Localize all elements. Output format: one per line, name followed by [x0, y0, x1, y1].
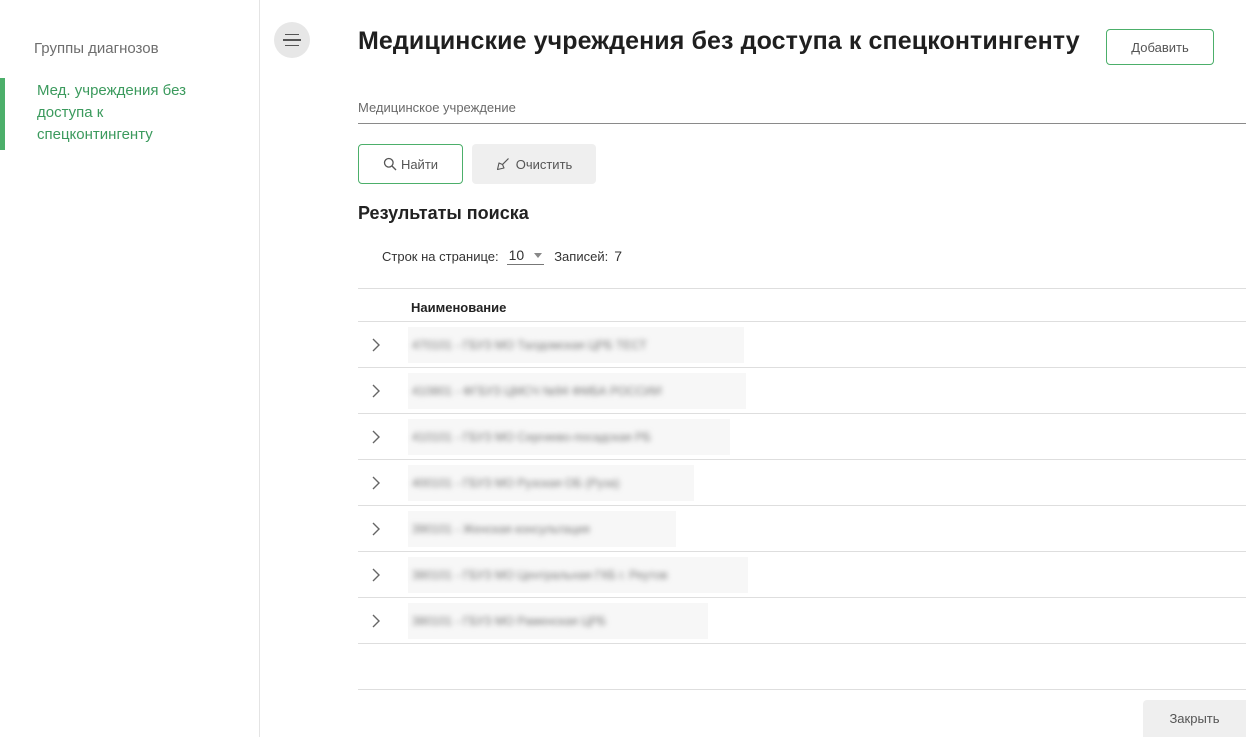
records-count: 7: [614, 248, 622, 264]
rows-per-page-value: 10: [508, 247, 525, 263]
table-row[interactable]: 380101 - ГБУЗ МО Раменская ЦРБ: [358, 598, 1246, 644]
chevron-right-icon[interactable]: [366, 565, 386, 585]
chevron-right-icon[interactable]: [366, 611, 386, 631]
table-row[interactable]: 470101 - ГБУЗ МО Талдомская ЦРБ ТЕСТ: [358, 322, 1246, 368]
row-name: 390101 - Женская консультация: [412, 522, 590, 536]
broom-icon: [496, 158, 509, 171]
table-cell-name: 380101 - ГБУЗ МО Центральная ГКБ г. Реут…: [408, 557, 748, 593]
sidebar-item-label-line-2: доступа к: [37, 104, 104, 121]
results-table: Наименование 470101 - ГБУЗ МО Талдомская…: [358, 288, 1246, 644]
row-name: 410101 - ГБУЗ МО Сергиево-посадская РБ: [412, 430, 651, 444]
column-header-name: Наименование: [411, 300, 507, 315]
find-button-label: Найти: [400, 156, 439, 172]
institution-field[interactable]: [358, 100, 1246, 122]
find-button[interactable]: Найти: [358, 144, 463, 184]
table-cell-name: 410801 - ФГБУЗ ЦМСЧ №94 ФМБА РОССИИ: [408, 373, 746, 409]
table-cell-name: 410101 - ГБУЗ МО Сергиево-посадская РБ: [408, 419, 730, 455]
chevron-right-icon[interactable]: [366, 519, 386, 539]
row-name: 470101 - ГБУЗ МО Талдомская ЦРБ ТЕСТ: [412, 338, 647, 352]
menu-toggle-button[interactable]: [274, 22, 310, 58]
chevron-right-icon[interactable]: [366, 473, 386, 493]
close-button[interactable]: Закрыть: [1143, 700, 1246, 737]
row-name: 380101 - ГБУЗ МО Раменская ЦРБ: [412, 614, 607, 628]
page-title: Медицинские учреждения без доступа к спе…: [358, 27, 1080, 55]
search-icon: [383, 157, 397, 171]
chevron-down-icon: [534, 252, 543, 258]
clear-button[interactable]: Очистить: [472, 144, 596, 184]
chevron-right-icon[interactable]: [366, 381, 386, 401]
sidebar: Группы диагнозов Мед. учреждения без дос…: [0, 0, 260, 737]
row-name: 380101 - ГБУЗ МО Центральная ГКБ г. Реут…: [412, 568, 668, 582]
table-header: Наименование: [358, 288, 1246, 322]
row-name: 410801 - ФГБУЗ ЦМСЧ №94 ФМБА РОССИИ: [412, 384, 662, 398]
pagination-bar: Строк на странице: 10 Записей: 7: [382, 247, 622, 265]
sidebar-item-label-line-1: Мед. учреждения без: [37, 82, 186, 99]
records-label: Записей:: [554, 248, 609, 264]
row-name: 400101 - ГБУЗ МО Рузская ОБ (Руза): [412, 476, 620, 490]
table-row[interactable]: 380101 - ГБУЗ МО Центральная ГКБ г. Реут…: [358, 552, 1246, 598]
chevron-right-icon[interactable]: [366, 335, 386, 355]
add-button[interactable]: Добавить: [1106, 29, 1214, 65]
results-title: Результаты поиска: [358, 203, 529, 223]
table-cell-name: 390101 - Женская консультация: [408, 511, 676, 547]
chevron-right-icon[interactable]: [366, 427, 386, 447]
table-cell-name: 380101 - ГБУЗ МО Раменская ЦРБ: [408, 603, 708, 639]
sidebar-item-label: Группы диагнозов: [34, 40, 159, 57]
table-row[interactable]: 390101 - Женская консультация: [358, 506, 1246, 552]
rows-per-page-select[interactable]: 10: [506, 247, 545, 265]
table-cell-name: 400101 - ГБУЗ МО Рузская ОБ (Руза): [408, 465, 694, 501]
institution-field-underline: [358, 123, 1246, 124]
sidebar-item-med-institutions[interactable]: Мед. учреждения без доступа к спецконтин…: [0, 78, 230, 150]
clear-button-label: Очистить: [515, 156, 573, 172]
table-row[interactable]: 410801 - ФГБУЗ ЦМСЧ №94 ФМБА РОССИИ: [358, 368, 1246, 414]
sidebar-item-label-line-3: спецконтингенту: [37, 126, 153, 143]
rows-per-page-label: Строк на странице:: [382, 248, 499, 264]
sidebar-item-diagnosis-groups[interactable]: Группы диагнозов: [0, 38, 259, 60]
table-cell-name: 470101 - ГБУЗ МО Талдомская ЦРБ ТЕСТ: [408, 327, 744, 363]
footer-divider: [358, 689, 1246, 690]
menu-icon: [285, 33, 299, 36]
table-row[interactable]: 400101 - ГБУЗ МО Рузская ОБ (Руза): [358, 460, 1246, 506]
table-row[interactable]: 410101 - ГБУЗ МО Сергиево-посадская РБ: [358, 414, 1246, 460]
